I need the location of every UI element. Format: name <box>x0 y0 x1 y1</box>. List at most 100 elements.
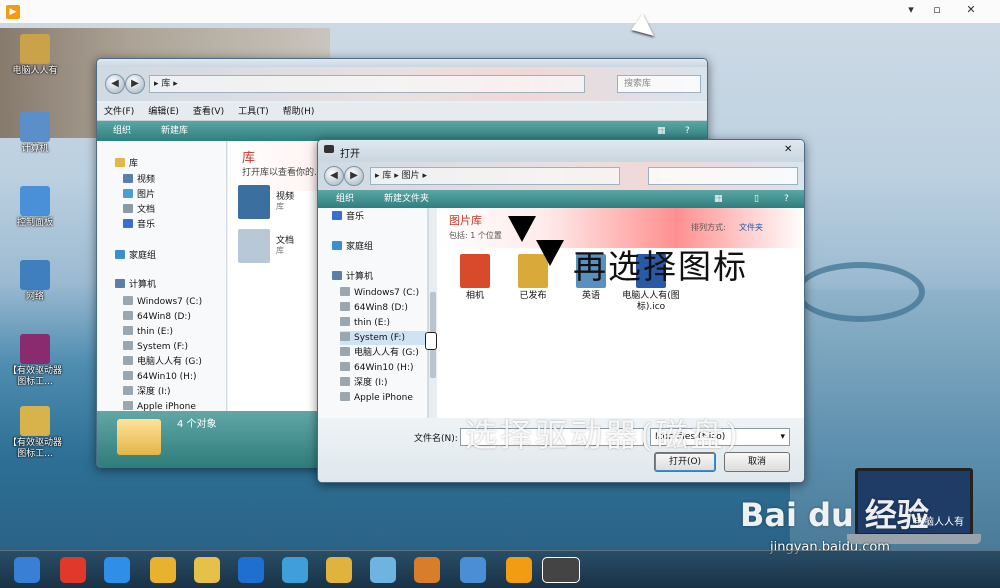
nav-drive-label: Windows7 (C:) <box>137 297 203 307</box>
close-icon[interactable]: ✕ <box>962 3 980 19</box>
menu-edit[interactable]: 编辑(E) <box>141 103 186 121</box>
dlg-nav-homegroup[interactable]: 家庭组 <box>332 240 373 254</box>
hand-cursor-icon <box>425 332 437 350</box>
dialog-preview-icon[interactable]: ▯ <box>754 190 759 208</box>
desktop-icon-image <box>20 334 50 364</box>
file-item[interactable]: 相机 <box>445 254 505 302</box>
player-title-bar: ▶ ▾ ▫ ✕ <box>0 0 1000 24</box>
taskbar-ie-icon[interactable] <box>104 557 130 583</box>
nav-drive[interactable]: System (F:) <box>123 340 188 354</box>
dlg-nav-drive[interactable]: thin (E:) <box>340 316 390 330</box>
nav-lib-item-icon <box>123 204 133 213</box>
desktop-icon-label: 计算机 <box>21 144 49 154</box>
dlg-nav-drive-selected[interactable]: System (F:) <box>340 331 426 345</box>
dlg-nav-drive[interactable]: 64Win8 (D:) <box>340 301 408 315</box>
library-item-sub: 库 <box>276 246 284 255</box>
dlg-nav-music-icon <box>332 211 342 220</box>
dialog-view-icon[interactable]: ▦ <box>714 190 723 208</box>
taskbar-network-icon[interactable] <box>282 557 308 583</box>
taskbar-drive-active-icon[interactable] <box>542 557 580 583</box>
nav-computer[interactable]: 计算机 <box>115 278 156 292</box>
desktop-icon[interactable]: 控制面板 <box>4 186 66 229</box>
nav-drive[interactable]: thin (E:) <box>123 325 173 339</box>
nav-lib-item[interactable]: 视频 <box>123 173 155 187</box>
arrange-dropdown[interactable]: 文件夹 <box>739 222 763 233</box>
menu-view[interactable]: 查看(V) <box>186 103 231 121</box>
taskbar-chrome-icon[interactable] <box>150 557 176 583</box>
nav-lib-item[interactable]: 文档 <box>123 203 155 217</box>
address-bar[interactable]: ▸ 库 ▸ <box>149 75 585 93</box>
taskbar-folder-stack-icon[interactable] <box>194 557 220 583</box>
back-icon[interactable]: ◀ <box>105 74 125 94</box>
dlg-nav-drive[interactable]: Windows7 (C:) <box>340 286 419 300</box>
minimize-icon[interactable]: ▾ <box>902 3 920 19</box>
desktop-icon-image <box>20 260 50 290</box>
nav-lib-item[interactable]: 图片 <box>123 188 155 202</box>
menu-file[interactable]: 文件(F) <box>97 103 141 121</box>
dlg-nav-drive[interactable]: 64Win10 (H:) <box>340 361 414 375</box>
crumb-pictures[interactable]: 图片 <box>402 171 420 181</box>
dialog-organize-button[interactable]: 组织 <box>336 190 354 208</box>
new-library-button[interactable]: 新建库 <box>161 121 188 141</box>
organize-button[interactable]: 组织 <box>113 121 131 141</box>
desktop-icon[interactable]: 【有效驱动器图标工... <box>4 334 66 388</box>
dlg-nav-music[interactable]: 音乐 <box>332 210 364 224</box>
nav-libraries[interactable]: 库 <box>115 157 138 171</box>
nav-homegroup-label: 家庭组 <box>129 251 157 261</box>
annotation-choose-drive: 选择驱动器(磁盘) <box>465 416 741 454</box>
taskbar-app-red-icon[interactable] <box>60 557 86 583</box>
nav-lib-item-label: 音乐 <box>137 220 156 230</box>
crumb-libraries[interactable]: 库 <box>382 171 391 181</box>
player-app-icon[interactable]: ▶ <box>6 5 20 19</box>
dialog-close-icon[interactable]: ✕ <box>784 144 792 155</box>
dialog-address-bar[interactable]: ▸ 库 ▸ 图片 ▸ <box>370 167 620 185</box>
desktop-icon[interactable]: 【有效驱动器图标工... <box>4 406 66 460</box>
dialog-forward-icon[interactable]: ▶ <box>344 166 364 186</box>
help-icon[interactable]: ? <box>685 121 690 141</box>
dlg-nav-drive-label: Apple iPhone <box>354 393 413 403</box>
dialog-nav-scrollbar[interactable] <box>428 208 436 418</box>
nav-drive[interactable]: 64Win8 (D:) <box>123 310 191 324</box>
taskbar <box>0 550 1000 588</box>
nav-homegroup[interactable]: 家庭组 <box>115 249 156 263</box>
dialog-help-icon[interactable]: ? <box>784 190 789 208</box>
desktop-icon[interactable]: 网络 <box>4 260 66 303</box>
menu-tools[interactable]: 工具(T) <box>231 103 276 121</box>
dialog-back-icon[interactable]: ◀ <box>324 166 344 186</box>
dialog-title-bar[interactable]: 打开 ✕ <box>318 140 804 162</box>
taskbar-paint-icon[interactable] <box>414 557 440 583</box>
desktop-icon[interactable]: 电脑人人有 <box>4 34 66 77</box>
nav-drive[interactable]: 64Win10 (H:) <box>123 370 197 384</box>
explorer-title-bar[interactable] <box>97 59 707 67</box>
address-crumb[interactable]: 库 <box>161 79 170 89</box>
taskbar-explorer-icon[interactable] <box>326 557 352 583</box>
nav-drive[interactable]: 深度 (I:) <box>123 385 171 399</box>
restore-icon[interactable]: ▫ <box>928 3 946 19</box>
menu-help[interactable]: 帮助(H) <box>276 103 322 121</box>
taskbar-fan-icon[interactable] <box>370 557 396 583</box>
taskbar-browser-blue-icon[interactable] <box>238 557 264 583</box>
nav-drive[interactable]: Windows7 (C:) <box>123 295 202 309</box>
dlg-nav-computer[interactable]: 计算机 <box>332 270 373 284</box>
nav-drive[interactable]: 电脑人人有 (G:) <box>123 355 202 369</box>
view-icon[interactable]: ▦ <box>657 121 666 141</box>
taskbar-start-icon[interactable] <box>14 557 40 583</box>
dialog-search-input[interactable] <box>648 167 798 185</box>
file-name: 已发布 <box>519 291 547 301</box>
nav-drive-label: 64Win10 (H:) <box>137 372 197 382</box>
dlg-nav-drive[interactable]: 深度 (I:) <box>340 376 388 390</box>
library-title: 库 <box>242 151 256 166</box>
desktop-icon-image <box>20 34 50 64</box>
pointer-triangle-icon <box>508 216 536 242</box>
search-input[interactable]: 搜索库 <box>617 75 701 93</box>
desktop-icon[interactable]: 计算机 <box>4 112 66 155</box>
taskbar-player-icon[interactable] <box>506 557 532 583</box>
taskbar-media-icon[interactable] <box>460 557 486 583</box>
dlg-nav-drive-label: 64Win8 (D:) <box>354 303 408 313</box>
dlg-nav-drive[interactable]: Apple iPhone <box>340 391 413 405</box>
nav-lib-item[interactable]: 音乐 <box>123 218 155 232</box>
forward-icon[interactable]: ▶ <box>125 74 145 94</box>
new-folder-button[interactable]: 新建文件夹 <box>384 190 429 208</box>
dlg-nav-drive[interactable]: 电脑人人有 (G:) <box>340 346 419 360</box>
desktop-icon-label: 【有效驱动器图标工... <box>7 366 62 387</box>
